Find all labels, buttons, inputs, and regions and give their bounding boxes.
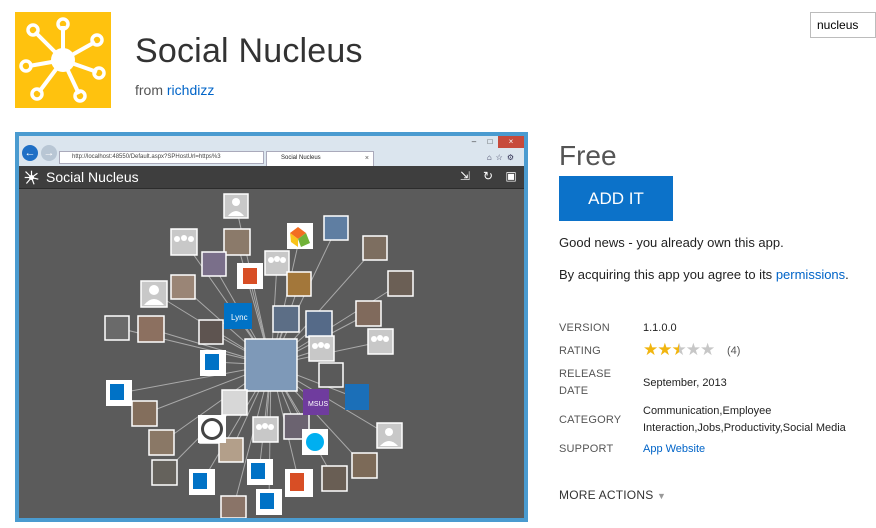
ownership-message: Good news - you already own this app. bbox=[559, 235, 784, 250]
chevron-down-icon: ▼ bbox=[656, 491, 667, 501]
category-value-line2: Interaction,Jobs,Productivity,Social Med… bbox=[643, 422, 846, 434]
nucleus-logo-icon bbox=[19, 17, 106, 103]
window-controls: – □ × bbox=[466, 136, 524, 148]
more-actions-button[interactable]: MORE ACTIONS ▼ bbox=[559, 488, 666, 502]
star-full-icon: ★ bbox=[657, 340, 672, 359]
agreement-suffix: . bbox=[845, 267, 849, 282]
star-empty-icon: ★ bbox=[685, 340, 701, 359]
star-half-icon: ★ bbox=[671, 340, 687, 359]
screenshot-app-title: Social Nucleus bbox=[46, 169, 139, 185]
browser-url: http://localhost:48550/Default.aspx?SPHo… bbox=[59, 151, 264, 164]
screenshot-app-bar: Social Nucleus ⇲ ↻ ▣ bbox=[19, 166, 524, 189]
support-label: SUPPORT bbox=[559, 443, 614, 455]
nucleus-small-icon bbox=[24, 170, 39, 185]
browser-chrome: ← → http://localhost:48550/Default.aspx?… bbox=[19, 136, 524, 166]
release-date-label-line2: DATE bbox=[559, 385, 589, 397]
permissions-link[interactable]: permissions bbox=[776, 267, 845, 282]
lync-tile-label: Lync bbox=[231, 313, 248, 322]
close-window-icon: × bbox=[498, 136, 524, 148]
price: Free bbox=[559, 140, 617, 171]
social-graph: Lync MSUS bbox=[104, 193, 414, 518]
app-title: Social Nucleus bbox=[135, 32, 363, 70]
app-logo bbox=[15, 12, 111, 108]
app-screenshot[interactable]: ← → http://localhost:48550/Default.aspx?… bbox=[15, 132, 528, 522]
agreement-text: By acquiring this app you agree to its bbox=[559, 267, 773, 282]
version-value: 1.1.0.0 bbox=[643, 322, 677, 334]
browser-back-icon: ← bbox=[22, 145, 38, 161]
release-date-label-line1: RELEASE bbox=[559, 368, 612, 380]
rating-stars: ★★★★★ bbox=[643, 340, 715, 359]
rating-count: (4) bbox=[727, 345, 741, 357]
app-website-link[interactable]: App Website bbox=[643, 443, 705, 455]
publisher-line: from richdizz bbox=[135, 82, 214, 98]
search-input[interactable]: nucleus bbox=[810, 12, 876, 38]
category-label: CATEGORY bbox=[559, 414, 622, 426]
minimize-icon: – bbox=[471, 137, 477, 146]
sharepoint-icon: ⇲ bbox=[459, 169, 471, 183]
add-it-button[interactable]: ADD IT bbox=[559, 176, 673, 221]
agreement-message: By acquiring this app you agree to its p… bbox=[559, 267, 849, 282]
from-label: from bbox=[135, 82, 163, 98]
msus-tile-label: MSUS bbox=[308, 401, 329, 408]
maximize-icon: □ bbox=[487, 137, 493, 146]
publisher-link[interactable]: richdizz bbox=[167, 82, 214, 98]
refresh-icon: ↻ bbox=[482, 169, 494, 183]
category-value-line1: Communication,Employee bbox=[643, 405, 772, 417]
more-actions-label: MORE ACTIONS bbox=[559, 488, 654, 502]
fullscreen-icon: ▣ bbox=[505, 169, 517, 183]
browser-forward-icon: → bbox=[41, 145, 57, 161]
star-empty-icon: ★ bbox=[700, 340, 715, 359]
rating-label: RATING bbox=[559, 345, 601, 357]
version-label: VERSION bbox=[559, 322, 610, 334]
release-date-value: September, 2013 bbox=[643, 377, 727, 389]
tab-close-icon: × bbox=[364, 155, 369, 162]
browser-tab-title: Social Nucleus bbox=[281, 155, 321, 161]
browser-toolbar-icons: ⌂☆⚙ bbox=[486, 153, 518, 162]
browser-tab: Social Nucleus × bbox=[266, 151, 374, 166]
star-full-icon: ★ bbox=[643, 340, 658, 359]
